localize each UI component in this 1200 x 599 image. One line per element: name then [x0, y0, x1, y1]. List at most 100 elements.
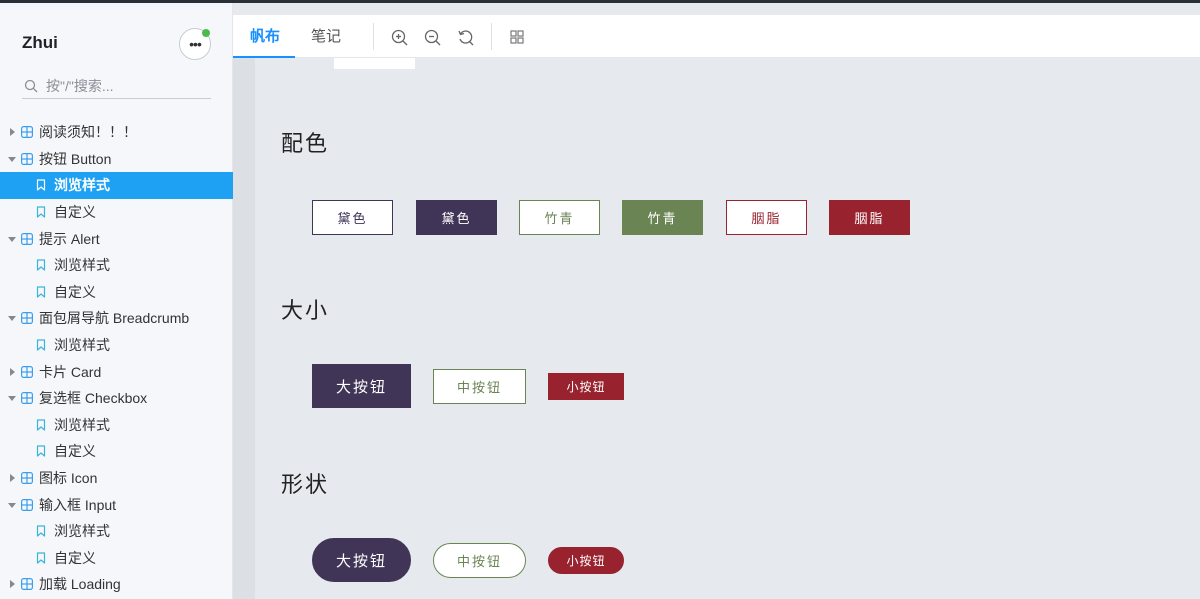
folder-grid-icon: [21, 312, 33, 325]
search-icon: [24, 79, 38, 92]
folder-grid-icon: [21, 472, 33, 485]
caret-down-icon[interactable]: [7, 313, 17, 323]
caret-right-icon[interactable]: [7, 473, 17, 483]
button-dai-solid[interactable]: 黛色: [416, 200, 497, 235]
tree-item-label: 按钮 Button: [39, 150, 112, 167]
caret-right-icon[interactable]: [7, 367, 17, 377]
canvas-page: [255, 58, 1200, 599]
tree-item-label: 自定义: [54, 443, 96, 460]
tab-canvas[interactable]: 帆布: [250, 15, 280, 58]
grid-button[interactable]: [507, 27, 527, 47]
bookmark-icon: [36, 206, 46, 218]
tree-item-label: 卡片 Card: [39, 363, 102, 380]
zoom-out-icon: [424, 29, 440, 45]
tree-item-label: 浏览样式: [54, 257, 110, 274]
tree-item-label: 浏览样式: [54, 337, 110, 354]
button-yanzhi-solid[interactable]: 胭脂: [829, 200, 910, 235]
tree-item-label: 自定义: [54, 549, 96, 566]
button-zhuqing-solid[interactable]: 竹青: [622, 200, 703, 235]
tree-item-label: 提示 Alert: [39, 230, 100, 247]
tree-item-label: 浏览样式: [54, 177, 110, 194]
caret-down-icon[interactable]: [7, 234, 17, 244]
caret-right-icon[interactable]: [7, 127, 17, 137]
tree-item-label: 输入框 Input: [39, 496, 117, 513]
folder-grid-icon: [21, 498, 33, 511]
nav-tree: 阅读须知！！！ 按钮 Button 浏览样式 自定义 提示 Alert 浏览样式 自定义 面包…: [0, 119, 233, 598]
tree-item-group[interactable]: 图标 Icon: [0, 465, 233, 492]
button-yanzhi-plain[interactable]: 胭脂: [726, 200, 807, 235]
button-round-large[interactable]: 大按钮: [312, 538, 411, 582]
tree-item-group[interactable]: 阅读须知！！！: [0, 119, 233, 146]
tree-item-group[interactable]: 卡片 Card: [0, 358, 233, 385]
canvas: [233, 58, 1200, 599]
tree-item-group[interactable]: 面包屑导航 Breadcrumb: [0, 305, 233, 332]
bookmark-icon: [36, 445, 46, 458]
caret-down-icon[interactable]: [7, 500, 17, 510]
section-title-size: 大小: [281, 299, 330, 324]
grid-icon: [510, 30, 524, 44]
status-dot: [202, 29, 210, 37]
toolbar-divider: [373, 23, 374, 50]
tree-item-label: 复选框 Checkbox: [39, 390, 148, 407]
tree-item-group[interactable]: 提示 Alert: [0, 225, 233, 252]
zoom-out-button[interactable]: [422, 27, 442, 47]
zoom-in-icon: [391, 29, 407, 45]
reset-zoom-button[interactable]: [455, 27, 475, 47]
bookmark-icon: [36, 259, 46, 271]
toolbar: 帆布 笔记: [233, 15, 1200, 58]
tree-item-page[interactable]: 自定义: [0, 199, 233, 226]
folder-grid-icon: [21, 152, 33, 165]
caret-down-icon[interactable]: [7, 154, 17, 164]
button-round-medium[interactable]: 中按钮: [433, 543, 526, 578]
search-box[interactable]: [22, 73, 211, 99]
tree-item-page[interactable]: 自定义: [0, 279, 233, 306]
folder-grid-icon: [21, 365, 33, 378]
bookmark-icon: [36, 419, 46, 431]
button-zhuqing-plain[interactable]: 竹青: [519, 200, 600, 235]
button-dai-plain[interactable]: 黛色: [312, 200, 393, 235]
more-icon: •••: [189, 36, 202, 52]
tree-item-label: 加载 Loading: [39, 576, 121, 593]
search-input[interactable]: [46, 77, 206, 94]
folder-grid-icon: [21, 392, 33, 405]
tab-notes[interactable]: 笔记: [311, 15, 341, 58]
more-button[interactable]: •••: [179, 28, 211, 60]
tab-canvas-label: 帆布: [250, 28, 281, 45]
page-card-stub: [334, 58, 415, 69]
tree-item-page[interactable]: 浏览样式: [0, 332, 233, 359]
tree-item-page[interactable]: 自定义: [0, 545, 233, 572]
bookmark-icon: [36, 339, 46, 351]
caret-right-icon[interactable]: [7, 579, 17, 589]
brand-title: Zhui: [22, 33, 58, 52]
tree-item-page[interactable]: 浏览样式: [0, 172, 233, 199]
bookmark-icon: [36, 525, 46, 537]
folder-grid-icon: [21, 578, 33, 591]
tree-item-group[interactable]: 按钮 Button: [0, 146, 233, 173]
button-size-medium[interactable]: 中按钮: [433, 369, 526, 404]
bookmark-icon: [36, 552, 46, 564]
tree-item-page[interactable]: 浏览样式: [0, 252, 233, 279]
section-title-shape: 形状: [281, 473, 330, 498]
tree-item-label: 浏览样式: [54, 416, 110, 433]
folder-grid-icon: [21, 232, 33, 245]
tree-item-label: 自定义: [54, 283, 96, 300]
caret-down-icon[interactable]: [7, 393, 17, 403]
button-round-small[interactable]: 小按钮: [548, 547, 624, 574]
sidebar: Zhui ••• 阅读须知！！！按钮 Button浏览样式自定义提示 Alert…: [0, 3, 233, 599]
tree-item-group[interactable]: 加载 Loading: [0, 571, 233, 598]
tree-item-group[interactable]: 复选框 Checkbox: [0, 385, 233, 412]
folder-grid-icon: [21, 126, 33, 139]
button-size-small[interactable]: 小按钮: [548, 373, 624, 400]
zoom-in-button[interactable]: [389, 27, 409, 47]
tree-item-label: 图标 Icon: [39, 470, 98, 487]
tree-item-page[interactable]: 自定义: [0, 438, 233, 465]
button-size-large[interactable]: 大按钮: [312, 364, 411, 408]
tree-item-label: 阅读须知！！！: [39, 124, 137, 141]
tree-item-group[interactable]: 输入框 Input: [0, 491, 233, 518]
tab-notes-label: 笔记: [311, 28, 342, 45]
bookmark-icon: [36, 179, 46, 192]
tree-item-page[interactable]: 浏览样式: [0, 412, 233, 439]
tree-item-label: 浏览样式: [54, 523, 110, 540]
tree-item-label: 面包屑导航 Breadcrumb: [39, 310, 190, 327]
tree-item-page[interactable]: 浏览样式: [0, 518, 233, 545]
